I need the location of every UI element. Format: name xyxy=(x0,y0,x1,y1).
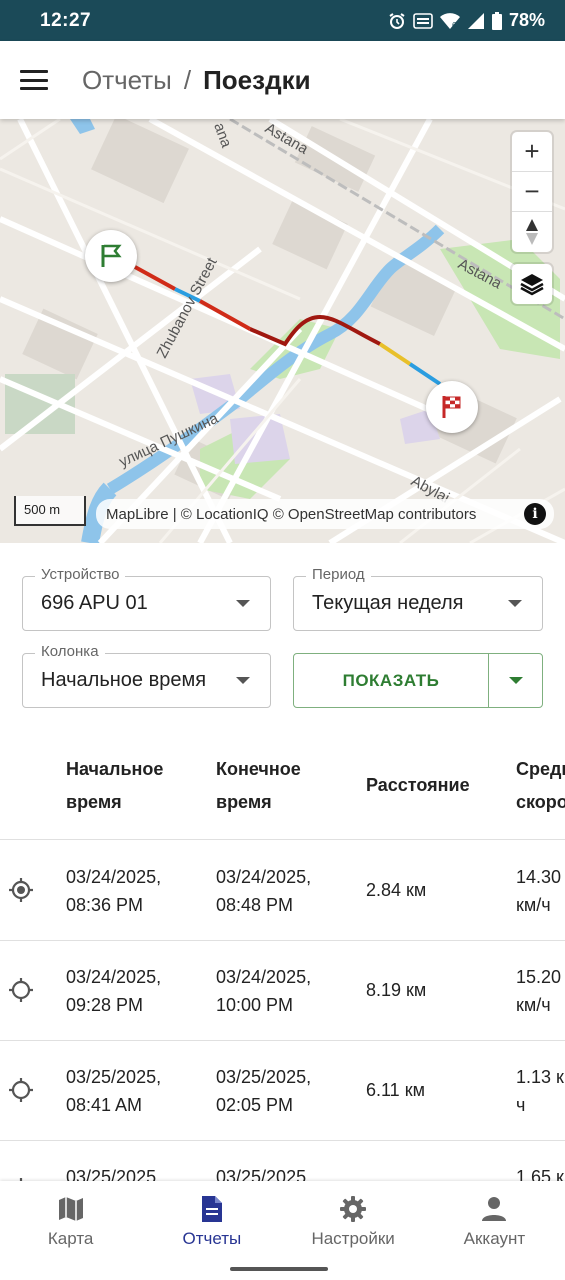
cell-start-time: 03/24/2025, 09:28 PM xyxy=(66,967,162,1015)
cell-avg-speed: 15.20 км/ч xyxy=(516,967,562,1015)
layers-button[interactable] xyxy=(512,264,552,304)
gps-not-fixed-icon[interactable] xyxy=(8,977,34,1003)
nav-account[interactable]: Аккаунт xyxy=(424,1181,565,1258)
finish-flag-icon xyxy=(442,396,461,418)
header-start-time[interactable]: Начальное время xyxy=(66,753,163,819)
table-row[interactable]: 03/24/2025, 08:36 PM 03/24/2025, 08:48 PM … xyxy=(0,841,565,941)
gear-icon xyxy=(340,1196,367,1222)
signal-icon xyxy=(467,12,485,30)
cell-end-time: 03/25/2025, 02:05 PM xyxy=(216,1067,312,1115)
gps-fixed-icon[interactable] xyxy=(8,877,34,903)
breadcrumb: Отчеты / Поездки xyxy=(82,65,311,96)
cell-start-time: 03/24/2025, 08:36 PM xyxy=(66,867,162,915)
table-row[interactable]: 03/24/2025, 09:28 PM 03/24/2025, 10:00 PM … xyxy=(0,941,565,1041)
breadcrumb-parent[interactable]: Отчеты xyxy=(82,65,172,96)
show-button[interactable]: ПОКАЗАТЬ xyxy=(294,654,489,707)
chevron-down-icon xyxy=(508,677,523,684)
cell-avg-speed: 1.65 к xyxy=(516,1167,564,1181)
cell-start-time: 03/25/2025, xyxy=(66,1167,162,1181)
alarm-icon xyxy=(388,12,406,30)
period-label: Период xyxy=(306,566,371,583)
nav-map[interactable]: Карта xyxy=(0,1181,141,1258)
breadcrumb-separator: / xyxy=(183,64,192,95)
cell-end-time: 03/24/2025, 08:48 PM xyxy=(216,867,312,915)
show-options-button[interactable] xyxy=(489,654,542,707)
chevron-down-icon xyxy=(508,600,522,607)
table-row[interactable]: 03/25/2025, 08:41 AM 03/25/2025, 02:05 PM … xyxy=(0,1041,565,1141)
cell-start-time: 03/25/2025, 08:41 AM xyxy=(66,1067,162,1115)
svg-text:6: 6 xyxy=(452,21,457,30)
battery-icon xyxy=(491,11,502,30)
zoom-in-button[interactable]: + xyxy=(512,132,552,172)
map-icon xyxy=(58,1197,83,1221)
attribution-text[interactable]: MapLibre | © LocationIQ © OpenStreetMap … xyxy=(106,506,476,523)
cell-distance: 2.84 км xyxy=(366,880,427,900)
trips-table: Начальное время Конечное время Расстояние … xyxy=(0,733,565,1181)
nav-account-label: Аккаунт xyxy=(463,1229,526,1248)
cell-avg-speed: 14.30 км/ч xyxy=(516,867,562,915)
header-end-time[interactable]: Конечное время xyxy=(216,753,301,819)
header-avg-speed[interactable]: Среднскоро xyxy=(516,753,565,819)
battery-percentage: 78% xyxy=(508,10,545,30)
gps-not-fixed-icon[interactable] xyxy=(8,1077,34,1103)
info-icon[interactable]: i xyxy=(524,503,546,525)
compass-button[interactable] xyxy=(512,212,552,252)
account-icon xyxy=(482,1197,507,1221)
cell-end-time: 03/25/2025, xyxy=(216,1167,312,1181)
map[interactable]: Astana Astana Zhubanov Street улица Пушк… xyxy=(0,119,565,543)
header-distance[interactable]: Расстояние xyxy=(366,769,470,802)
menu-icon[interactable] xyxy=(20,70,48,90)
nav-reports-label: Отчеты xyxy=(182,1229,242,1248)
column-label: Колонка xyxy=(35,643,105,660)
page-title: Поездки xyxy=(203,64,311,95)
device-value: 696 APU 01 xyxy=(41,592,148,614)
start-marker[interactable] xyxy=(85,230,137,282)
period-select[interactable]: Период Текущая неделя xyxy=(293,566,543,631)
bottom-navigation: Карта Отчеты Настройки Аккаунт xyxy=(0,1181,565,1258)
cell-end-time: 03/24/2025, 10:00 PM xyxy=(216,967,312,1015)
column-select[interactable]: Колонка Начальное время xyxy=(22,643,271,708)
app-bar: Отчеты / Поездки xyxy=(0,41,565,119)
status-icons: 6 78% xyxy=(388,10,545,31)
zoom-out-button[interactable]: − xyxy=(512,172,552,212)
column-value: Начальное время xyxy=(41,669,207,691)
nav-settings-label: Настройки xyxy=(311,1229,395,1248)
filters-panel: Устройство 696 APU 01 Период Текущая нед… xyxy=(0,543,565,733)
device-select[interactable]: Устройство 696 APU 01 xyxy=(22,566,271,631)
zoom-controls: + − xyxy=(512,132,552,252)
nav-reports[interactable]: Отчеты xyxy=(141,1181,282,1258)
table-header: Начальное время Конечное время Расстояние … xyxy=(0,733,565,840)
compass-icon xyxy=(526,219,538,245)
show-button-group: ПОКАЗАТЬ xyxy=(293,653,543,708)
nav-map-label: Карта xyxy=(47,1229,94,1248)
gesture-handle[interactable] xyxy=(230,1267,328,1271)
status-bar: 12:27 6 78% xyxy=(0,0,565,41)
reports-icon xyxy=(201,1196,222,1222)
status-time: 12:27 xyxy=(40,9,92,31)
layers-icon xyxy=(520,274,544,296)
finish-marker[interactable] xyxy=(426,381,478,433)
table-row[interactable]: 03/25/2025, 03/25/2025, 1.65 к xyxy=(0,1141,565,1181)
cell-distance: 8.19 км xyxy=(366,980,427,1000)
wifi-icon: 6 xyxy=(439,12,460,30)
device-label: Устройство xyxy=(35,566,126,583)
map-canvas[interactable]: Astana Astana Zhubanov Street улица Пушк… xyxy=(0,119,565,543)
cell-avg-speed: 1.13 кч xyxy=(516,1067,564,1115)
chevron-down-icon xyxy=(236,677,250,684)
start-flag-icon xyxy=(101,244,122,267)
gesture-area xyxy=(0,1258,565,1280)
chevron-down-icon xyxy=(236,600,250,607)
cell-distance: 6.11 км xyxy=(366,1080,425,1100)
period-value: Текущая неделя xyxy=(312,592,464,614)
nav-settings[interactable]: Настройки xyxy=(283,1181,424,1258)
map-attribution: MapLibre | © LocationIQ © OpenStreetMap … xyxy=(96,499,554,529)
map-scale: 500 m xyxy=(14,496,86,526)
auto-icon xyxy=(413,12,433,29)
